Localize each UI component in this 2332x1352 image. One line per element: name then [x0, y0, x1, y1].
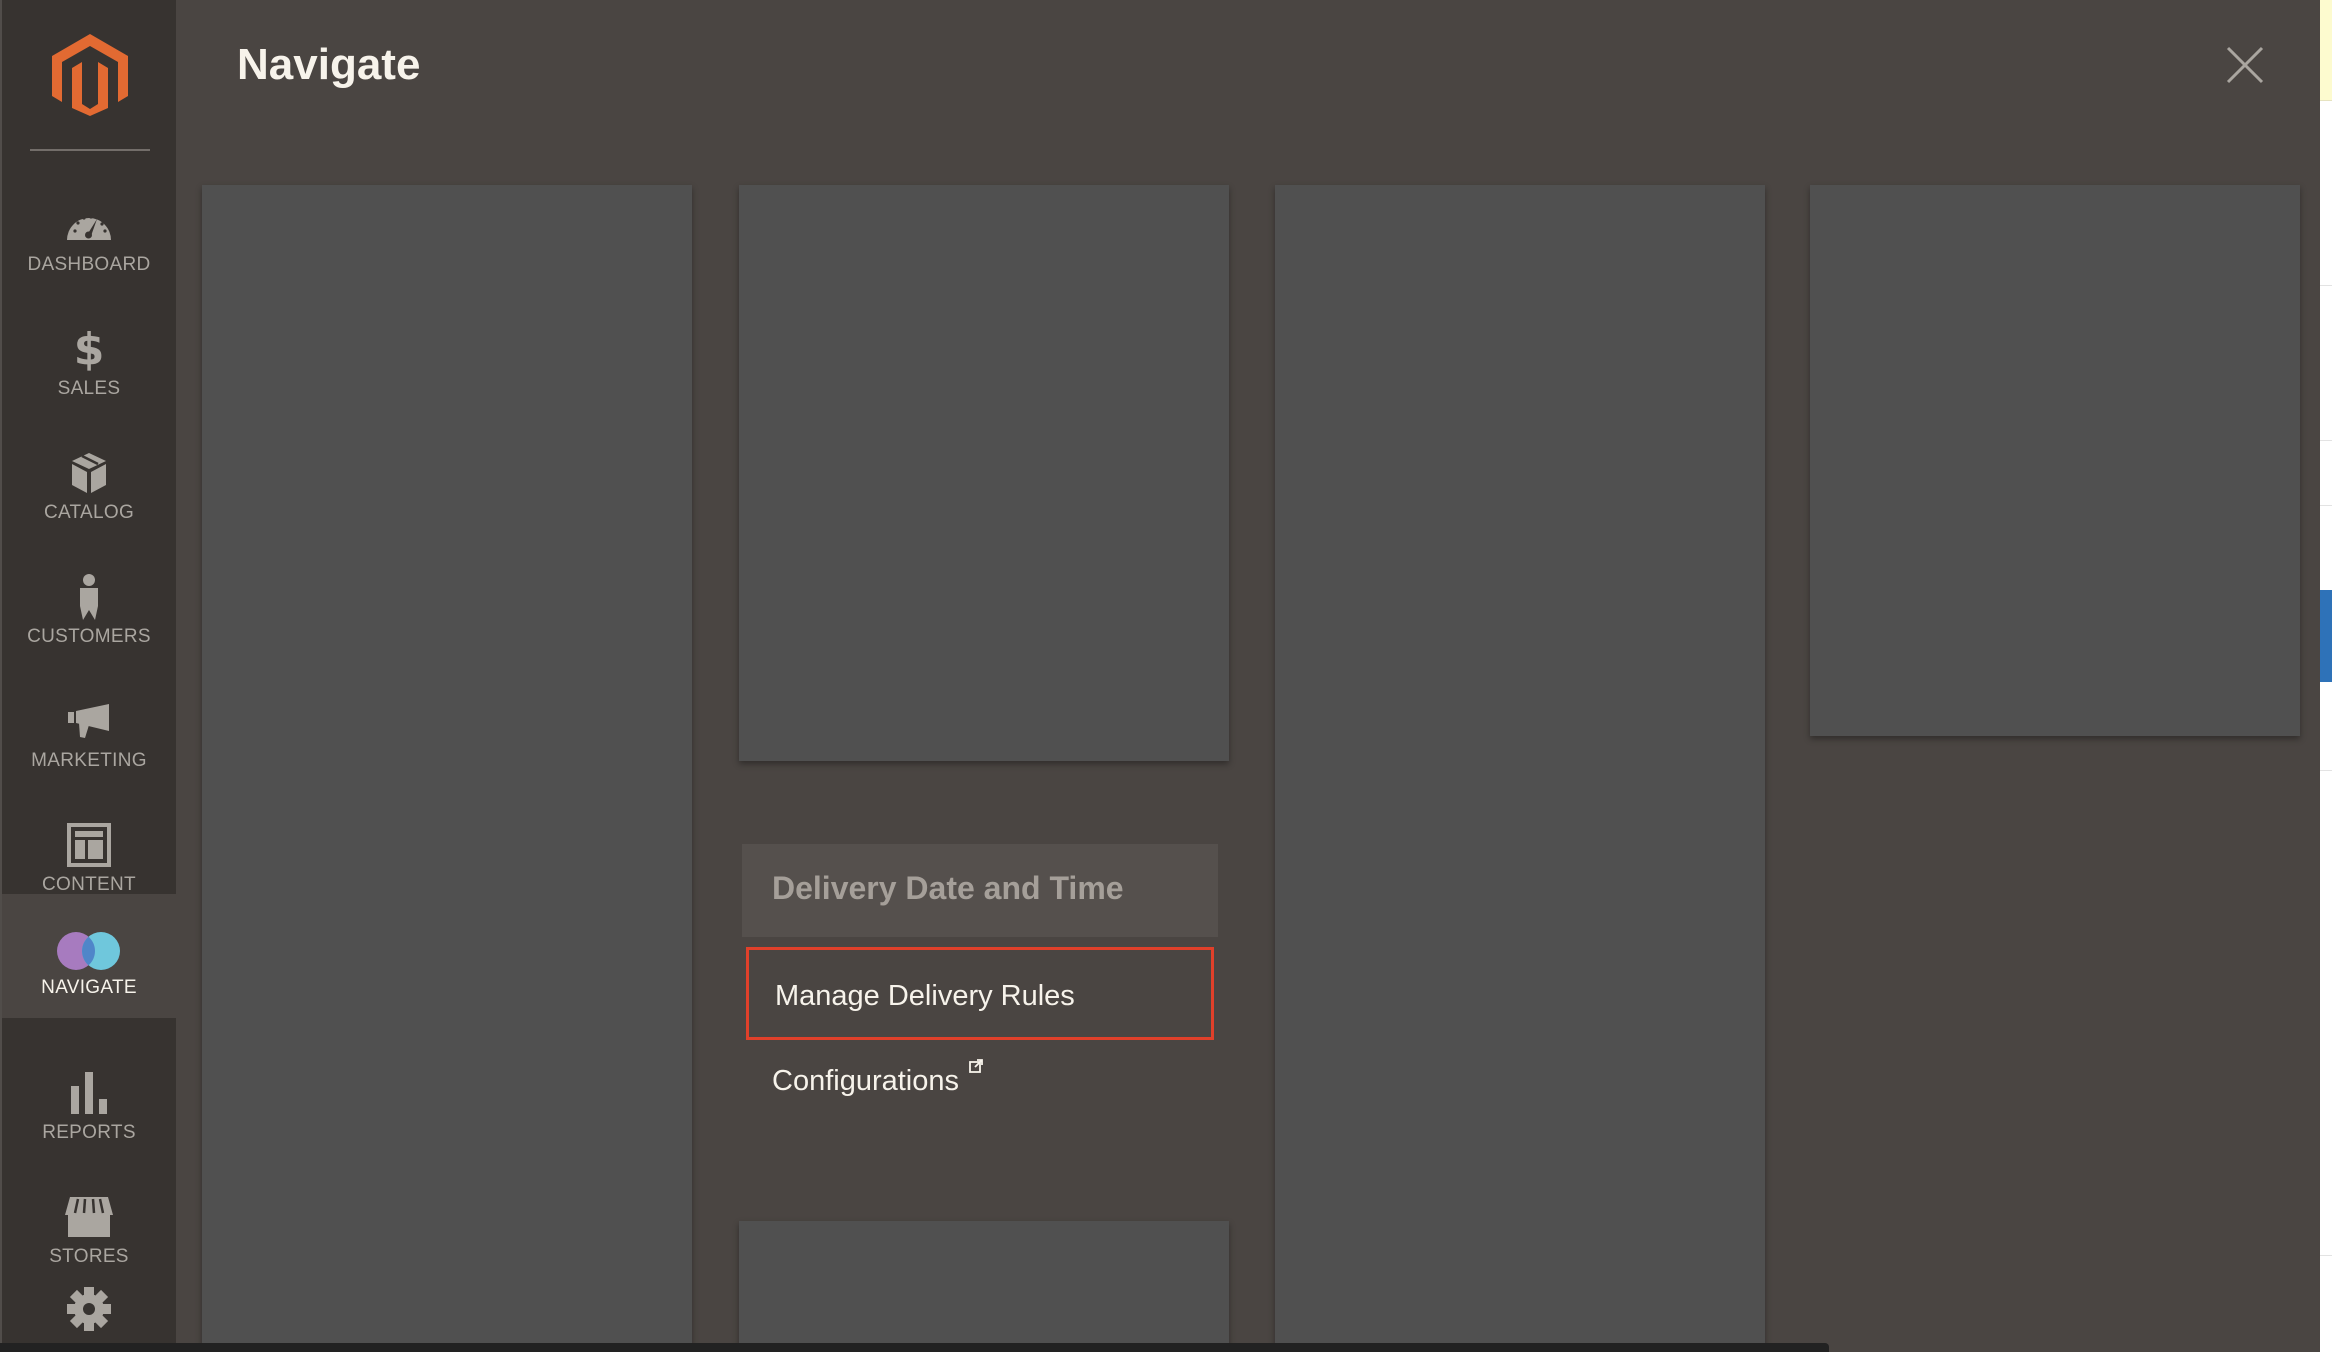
page-title: Navigate	[237, 40, 421, 89]
menu-column-panel	[1810, 185, 2300, 736]
dollar-icon: $	[73, 323, 105, 375]
background-divider	[2320, 285, 2332, 286]
megaphone-icon	[68, 704, 109, 738]
background-divider	[2320, 1255, 2332, 1256]
sidebar-item-navigate[interactable]: NAVIGATE	[2, 894, 176, 1018]
person-icon	[80, 574, 98, 620]
menu-column-panel	[202, 185, 692, 1352]
magento-logo[interactable]	[52, 34, 128, 116]
sidebar-item-reports[interactable]: REPORTS	[2, 1044, 176, 1168]
sidebar-item-label: REPORTS	[42, 1122, 136, 1143]
close-button[interactable]	[2224, 44, 2266, 86]
sidebar-item-label: CATALOG	[43, 502, 135, 523]
menu-column-panel	[739, 1221, 1229, 1352]
background-divider	[2320, 440, 2332, 441]
background-primary-button	[2320, 590, 2332, 682]
logo-divider	[30, 149, 150, 151]
sidebar-item-sales[interactable]: $ SALES	[2, 300, 176, 424]
sidebar-item-catalog[interactable]: CATALOG	[2, 424, 176, 548]
close-icon	[2226, 46, 2264, 84]
menu-link-label: Manage Delivery Rules	[775, 980, 1075, 1012]
sidebar-item-label: SALES	[57, 378, 121, 399]
background-divider	[2320, 770, 2332, 771]
background-notice-bar	[2320, 0, 2332, 101]
external-link-icon	[969, 1059, 983, 1073]
background-page-strip	[2320, 0, 2332, 1352]
menu-link-label: Configurations	[772, 1065, 959, 1097]
layout-icon	[67, 823, 111, 867]
gear-icon	[67, 1287, 111, 1331]
sidebar-item-label: MARKETING	[31, 750, 147, 771]
sidebar-item-dashboard[interactable]: DASHBOARD	[2, 176, 176, 300]
storefront-icon	[65, 1197, 113, 1237]
background-divider	[2320, 505, 2332, 506]
sidebar-item-label: STORES	[49, 1246, 129, 1267]
admin-sidebar: DASHBOARD $ SALES CATALOG CUSTOMERS MARK…	[0, 0, 176, 1352]
magento-logo-icon	[52, 34, 128, 116]
overlapping-circles-icon	[57, 932, 120, 970]
sidebar-item-label: CUSTOMERS	[27, 626, 151, 647]
horizontal-scrollbar[interactable]	[0, 1343, 1829, 1352]
configurations-link[interactable]: Configurations	[746, 1037, 1214, 1126]
sidebar-item-marketing[interactable]: MARKETING	[2, 672, 176, 796]
sidebar-item-label: DASHBOARD	[27, 254, 151, 275]
menu-section-heading-text: Delivery Date and Time	[772, 870, 1124, 906]
bar-chart-icon	[71, 1072, 107, 1114]
dashboard-gauge-icon	[67, 215, 111, 240]
sidebar-item-label: CONTENT	[42, 874, 136, 895]
box-icon	[72, 453, 106, 493]
sidebar-item-label: NAVIGATE	[41, 977, 137, 998]
manage-delivery-rules-link[interactable]: Manage Delivery Rules	[746, 947, 1214, 1040]
delivery-date-time-menu: Delivery Date and Time Manage Delivery R…	[742, 844, 1218, 1126]
menu-section-heading: Delivery Date and Time	[742, 844, 1218, 937]
sidebar-item-system[interactable]	[2, 1268, 176, 1352]
sidebar-item-customers[interactable]: CUSTOMERS	[2, 548, 176, 672]
menu-column-panel	[739, 185, 1229, 761]
navigate-overlay: Navigate Delivery Date and Time Manage D…	[176, 0, 2320, 1352]
menu-column-panel	[1275, 185, 1765, 1352]
